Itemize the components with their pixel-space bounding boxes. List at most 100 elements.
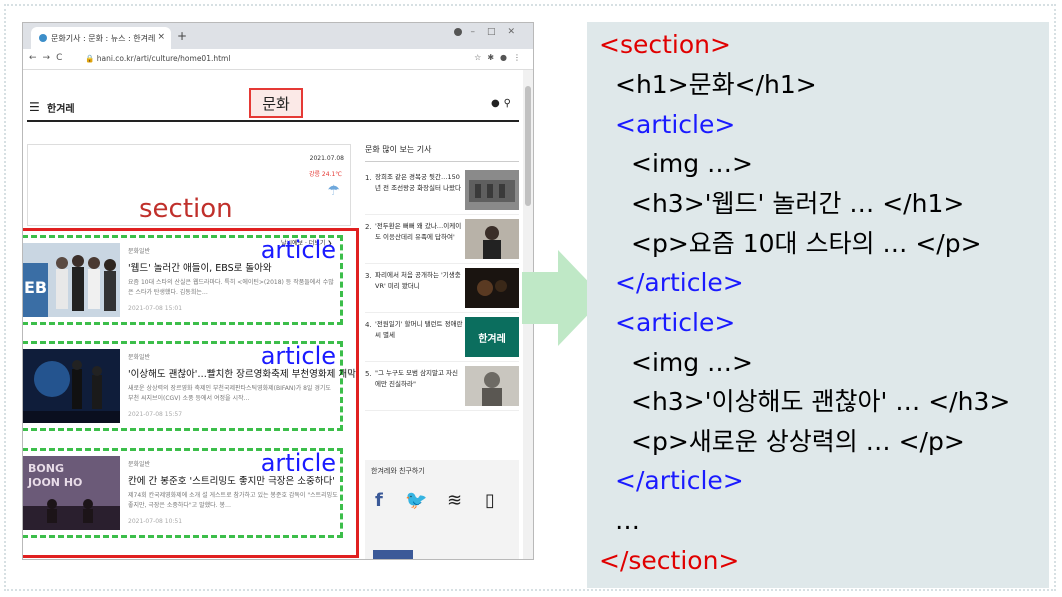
- popular-text[interactable]: '전두환은 뻐뻐 왜 갔나…이케이도 이응산데리 유족에 답하여': [375, 221, 463, 243]
- popular-thumbnail: [465, 366, 519, 406]
- article-thumbnail: EB: [23, 243, 120, 317]
- new-tab-button[interactable]: +: [177, 29, 187, 43]
- code-line-14: </section>: [599, 546, 740, 575]
- star-icon[interactable]: ☆: [474, 53, 487, 62]
- popular-num: 4.: [365, 321, 372, 329]
- article-box-3[interactable]: BONG JOON HO 문화일반 칸에 간 봉준호 '스트리밍도 좋지만 극장…: [23, 448, 343, 538]
- twitter-icon[interactable]: 🐦: [405, 490, 427, 511]
- user-icon[interactable]: ●: [491, 98, 504, 109]
- mobile-icon[interactable]: ▯: [485, 490, 495, 511]
- code-line-4: <img …>: [631, 149, 754, 178]
- article-description: 요즘 10대 스타의 산실은 웹드라마다. 특히 <에이틴>(2018) 등 작…: [128, 279, 334, 296]
- article-label: article: [260, 342, 336, 370]
- popular-thumbnail: [465, 268, 519, 308]
- address-icons: ☆✱●⋮: [474, 53, 527, 62]
- code-line-5: <h3>'웹드' 놀러간 … </h1>: [631, 189, 965, 218]
- popular-text[interactable]: "그 누구도 모범 삼지말고 자신에만 진실하라": [375, 368, 463, 390]
- code-line-6: <p>요즘 10대 스타의 … </p>: [631, 229, 982, 258]
- popular-item[interactable]: 2. '전두환은 뻐뻐 왜 갔나…이케이도 이응산데리 유족에 답하여': [365, 215, 519, 264]
- popular-num: 2.: [365, 223, 372, 231]
- profile-icon[interactable]: [454, 27, 463, 36]
- article-box-2[interactable]: 문화일반 '이상해도 괜찮아'…빨치한 장르영화축제 부천영화제 개막 새로운 …: [23, 341, 356, 431]
- popular-item[interactable]: 4. '전원일기' 할머니 탤런트 정애란씨 별세 한겨레: [365, 313, 519, 362]
- svg-text:EB: EB: [24, 278, 47, 297]
- article-thumbnail: [23, 349, 120, 423]
- article-label: article: [260, 449, 336, 477]
- window-controls: –□✕: [454, 27, 527, 37]
- popular-item[interactable]: 1. 장희조 같은 경복궁 뒷간…150년 전 조선왕궁 화장실터 나왔다: [365, 166, 519, 215]
- popular-text[interactable]: 장희조 같은 경복궁 뒷간…150년 전 조선왕궁 화장실터 나왔다: [375, 172, 463, 194]
- article-date: 2021-07-08 15:01: [128, 305, 183, 312]
- tab-close-icon[interactable]: ×: [157, 32, 165, 42]
- popular-title: 문화 많이 보는 기사: [365, 144, 519, 162]
- code-line-10: <h3>'이상해도 괜찮아' … </h3>: [631, 387, 1011, 416]
- svg-text:BONG: BONG: [28, 462, 64, 475]
- close-window-icon[interactable]: ✕: [507, 27, 527, 37]
- browser-tab[interactable]: 문화기사 : 문화 : 뉴스 : 한겨레 ×: [31, 27, 171, 49]
- hani-logo-tile: 한겨레: [465, 317, 519, 357]
- article-thumbnail: BONG JOON HO: [23, 456, 120, 530]
- article-headline[interactable]: '웹드' 놀러간 애들이, EBS로 돌아와: [128, 260, 272, 274]
- forward-icon[interactable]: →: [43, 53, 57, 63]
- tab-title: 문화기사 : 문화 : 뉴스 : 한겨레: [51, 33, 156, 43]
- popular-num: 1.: [365, 174, 372, 182]
- code-line-2: <h1>문화</h1>: [615, 70, 817, 99]
- hamburger-icon[interactable]: ☰: [29, 100, 40, 114]
- popular-item[interactable]: 3. 파리에서 처음 공개하는 '기생충 VR' 미리 봤더니: [365, 264, 519, 313]
- code-line-7: </article>: [615, 268, 744, 297]
- site-logo[interactable]: 한겨레: [47, 100, 75, 115]
- site-header: ☰ 한겨레 문화 ●⚲: [27, 88, 519, 122]
- popular-item[interactable]: 5. "그 누구도 모범 삼지말고 자신에만 진실하라": [365, 362, 519, 411]
- popular-num: 3.: [365, 272, 372, 280]
- code-line-11: <p>새로운 상상력의 … </p>: [631, 427, 965, 456]
- scrollbar-thumb[interactable]: [525, 86, 531, 206]
- account-icon[interactable]: ●: [500, 53, 513, 62]
- facebook-icon[interactable]: f: [375, 490, 383, 511]
- code-line-13: …: [615, 506, 640, 535]
- friends-widget: 한겨레와 친구하기 f 🐦 ≋ ▯: [365, 460, 519, 559]
- weather-temp: 강릉 24.1℃: [308, 171, 342, 178]
- code-line-8: <article>: [615, 308, 736, 337]
- article-category: 문화일반: [128, 354, 151, 361]
- browser-window: 문화기사 : 문화 : 뉴스 : 한겨레 × + –□✕ ←→C 🔒 hani.…: [22, 22, 534, 560]
- minimize-icon[interactable]: –: [470, 27, 487, 37]
- favicon-icon: [39, 34, 47, 42]
- article-description: 제74회 칸국제영화제에 소개 설 게스트로 참가하고 있는 봉준호 감독이 "…: [128, 492, 338, 509]
- popular-text[interactable]: 파리에서 처음 공개하는 '기생충 VR' 미리 봤더니: [375, 270, 463, 292]
- page-title: 문화: [249, 88, 303, 118]
- reload-icon[interactable]: C: [56, 53, 68, 63]
- rss-icon[interactable]: ≋: [447, 490, 462, 511]
- search-icon[interactable]: ⚲: [504, 98, 515, 109]
- url-field[interactable]: 🔒 hani.co.kr/arti/culture/home01.html: [85, 54, 230, 63]
- article-box-1[interactable]: EB 문화일반 '웹드' 놀러간 애들이, EBS로 돌아와 요즘 10대 스타…: [23, 235, 343, 325]
- weather-date: 2021.07.08: [309, 155, 344, 162]
- popular-articles: 문화 많이 보는 기사 1. 장희조 같은 경복궁 뒷간…150년 전 조선왕궁…: [365, 144, 519, 411]
- code-panel: <section> <h1>문화</h1> <article> <img …> …: [587, 22, 1049, 588]
- section-label: section: [139, 194, 233, 224]
- weather-icon: ☂: [327, 183, 340, 199]
- address-bar: ←→C 🔒 hani.co.kr/arti/culture/home01.htm…: [23, 49, 533, 70]
- friends-title: 한겨레와 친구하기: [371, 467, 425, 475]
- article-date: 2021-07-08 10:51: [128, 518, 183, 525]
- maximize-icon[interactable]: □: [487, 27, 508, 37]
- popular-text[interactable]: '전원일기' 할머니 탤런트 정애란씨 별세: [375, 319, 463, 341]
- article-description: 새로운 상상력의 장르영화 축제인 부천국제판타스틱영화제(BIFAN)가 8일…: [128, 385, 331, 402]
- code-line-1: <section>: [599, 30, 731, 59]
- code-line-9: <img …>: [631, 348, 754, 377]
- facebook-like-button[interactable]: [373, 550, 413, 559]
- popular-num: 5.: [365, 370, 372, 378]
- article-category: 문화일반: [128, 461, 151, 468]
- browser-titlebar: 문화기사 : 문화 : 뉴스 : 한겨레 × + –□✕: [23, 23, 533, 49]
- arrow-body: [522, 272, 558, 324]
- svg-text:JOON HO: JOON HO: [27, 476, 82, 489]
- article-label: article: [260, 236, 336, 264]
- extensions-icon[interactable]: ✱: [487, 53, 500, 62]
- popular-thumbnail: [465, 170, 519, 210]
- menu-dots-icon[interactable]: ⋮: [513, 53, 527, 62]
- nav-buttons: ←→C: [29, 53, 68, 63]
- code-line-12: </article>: [615, 466, 744, 495]
- back-icon[interactable]: ←: [29, 53, 43, 63]
- article-category: 문화일반: [128, 248, 151, 255]
- popular-thumbnail: [465, 219, 519, 259]
- page-viewport: ☰ 한겨레 문화 ●⚲ 2021.07.08 강릉 24.1℃ ☂ 날씨예보 ·…: [23, 70, 523, 559]
